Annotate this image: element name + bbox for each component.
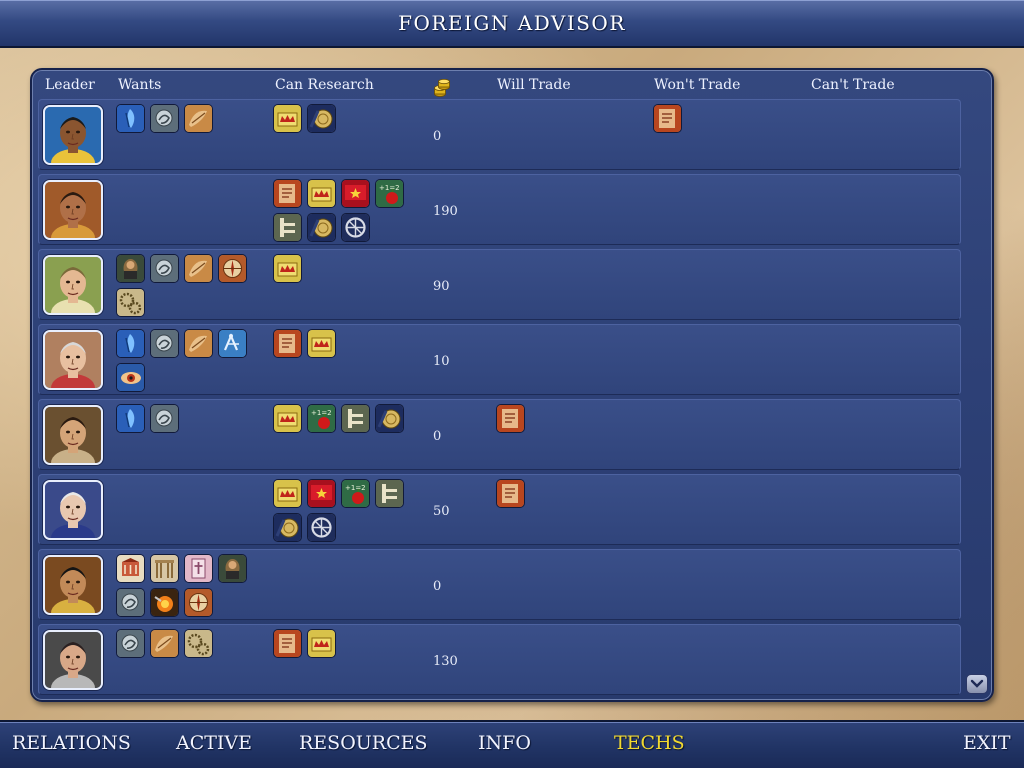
leader-row[interactable]: 0 [38,99,961,170]
column-header-wants: Wants [118,77,162,93]
literature-tech-icon[interactable] [116,254,145,283]
monarchy-tech-icon[interactable] [273,479,302,508]
column-header-will-trade: Will Trade [497,77,571,93]
nav-info[interactable]: INFO [478,732,531,754]
literature-tech-icon[interactable] [218,554,247,583]
navigation-tech-icon[interactable] [218,254,247,283]
gold-amount: 90 [433,279,450,294]
currency-tech-icon[interactable] [307,213,336,242]
gold-amount: 0 [433,129,442,144]
leader-portrait[interactable] [43,630,103,690]
navigation-tech-icon[interactable] [184,588,213,617]
monarchy-tech-icon[interactable] [273,404,302,433]
leader-row[interactable]: +1=2 50 [38,474,961,545]
leader-row[interactable]: 0 [38,549,961,620]
monotheism-tech-icon[interactable] [116,104,145,133]
construction-tech-icon[interactable] [375,479,404,508]
gold-amount: 0 [433,429,442,444]
monarchy-tech-icon[interactable] [273,104,302,133]
banking-tech-icon[interactable] [116,554,145,583]
astronomy-tech-icon[interactable] [150,629,179,658]
wheel-tech-icon[interactable] [307,513,336,542]
column-header-wont-trade: Won't Trade [654,77,741,93]
currency-tech-icon[interactable] [375,404,404,433]
writing-tech-icon[interactable] [273,329,302,358]
column-header-cant-trade: Can't Trade [811,77,895,93]
gold-amount: 0 [433,579,442,594]
leader-row[interactable]: +1=2 0 [38,399,961,470]
column-header-leader: Leader [45,77,95,93]
writing-tech-icon[interactable] [496,479,525,508]
gold-amount: 10 [433,354,450,369]
leader-portrait[interactable] [43,480,103,540]
medicine-tech-icon[interactable] [116,363,145,392]
flag-tech-icon[interactable] [307,479,336,508]
leader-row[interactable]: +1=2 190 [38,174,961,245]
leader-portrait[interactable] [43,180,103,240]
writing-tech-icon[interactable] [653,104,682,133]
construction-tech-icon[interactable] [273,213,302,242]
architecture-tech-icon[interactable] [150,554,179,583]
theology-tech-icon[interactable] [184,554,213,583]
column-header-can-research: Can Research [275,77,374,93]
flag-tech-icon[interactable] [341,179,370,208]
engineering-tech-icon[interactable] [184,629,213,658]
nav-exit[interactable]: EXIT [963,732,1011,754]
title-bar: FOREIGN ADVISOR [0,0,1024,48]
astronomy-tech-icon[interactable] [184,104,213,133]
nav-active[interactable]: ACTIVE [176,732,252,754]
bottom-nav: RELATIONS ACTIVE RESOURCES INFO TECHS EX… [0,720,1024,768]
leader-portrait[interactable] [43,255,103,315]
writing-tech-icon[interactable] [273,179,302,208]
leader-row[interactable]: 90 [38,249,961,320]
svg-text:+1=2: +1=2 [345,484,366,492]
mathematics-tech-icon[interactable]: +1=2 [341,479,370,508]
advisor-panel: Leader Wants Can Research Will Trade Won… [30,68,994,702]
currency-tech-icon[interactable] [307,104,336,133]
currency-tech-icon[interactable] [273,513,302,542]
writing-tech-icon[interactable] [496,404,525,433]
leader-row[interactable]: 10 [38,324,961,395]
gunpowder-tech-icon[interactable] [150,588,179,617]
gold-coin-icon [434,79,450,97]
svg-text:+1=2: +1=2 [379,184,400,192]
monotheism-tech-icon[interactable] [116,329,145,358]
engineering-tech-icon[interactable] [116,288,145,317]
monarchy-tech-icon[interactable] [273,254,302,283]
monarchy-tech-icon[interactable] [307,179,336,208]
leader-portrait[interactable] [43,330,103,390]
leader-portrait[interactable] [43,105,103,165]
construction-tech-icon[interactable] [341,404,370,433]
chevron-down-icon [970,679,984,688]
astronomy-tech-icon[interactable] [184,329,213,358]
wheel-tech-icon[interactable] [341,213,370,242]
philosophy-tech-icon[interactable] [150,404,179,433]
window-title: FOREIGN ADVISOR [398,11,626,35]
gold-amount: 190 [433,204,458,219]
leader-row[interactable]: 130 [38,624,961,695]
philosophy-tech-icon[interactable] [150,104,179,133]
leader-portrait[interactable] [43,555,103,615]
monotheism-tech-icon[interactable] [116,404,145,433]
monarchy-tech-icon[interactable] [307,629,336,658]
mathematics-tech-icon[interactable]: +1=2 [375,179,404,208]
gold-amount: 50 [433,504,450,519]
writing-tech-icon[interactable] [273,629,302,658]
nav-resources[interactable]: RESOURCES [299,732,428,754]
monarchy-tech-icon[interactable] [307,329,336,358]
invention-tech-icon[interactable] [218,329,247,358]
gold-amount: 130 [433,654,458,669]
scroll-down-button[interactable] [966,674,988,694]
leader-portrait[interactable] [43,405,103,465]
philosophy-tech-icon[interactable] [116,588,145,617]
mathematics-tech-icon[interactable]: +1=2 [307,404,336,433]
philosophy-tech-icon[interactable] [116,629,145,658]
nav-techs[interactable]: TECHS [614,732,685,754]
nav-relations[interactable]: RELATIONS [12,732,131,754]
astronomy-tech-icon[interactable] [184,254,213,283]
philosophy-tech-icon[interactable] [150,329,179,358]
svg-text:+1=2: +1=2 [311,409,332,417]
philosophy-tech-icon[interactable] [150,254,179,283]
